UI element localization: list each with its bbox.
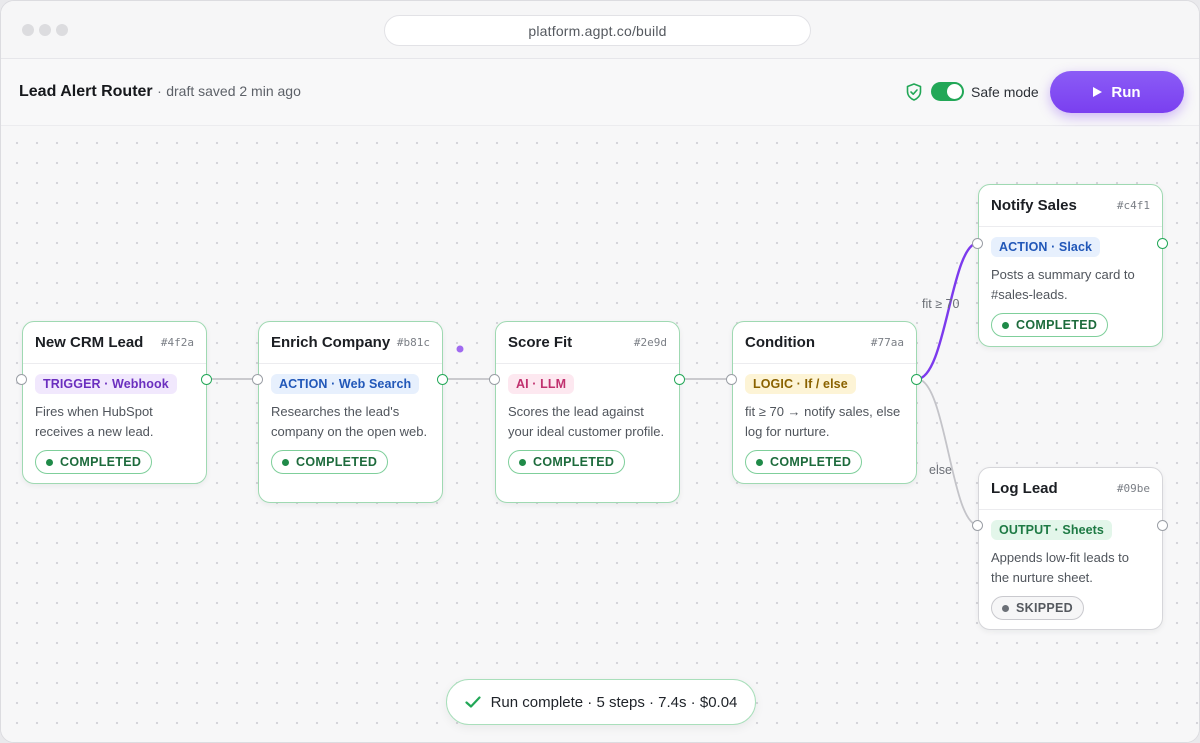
node-description: Fires when HubSpot receives a new lead. <box>35 404 154 439</box>
node-header: Condition #77aa <box>733 322 916 364</box>
status-text: COMPLETED <box>296 455 378 469</box>
node-description: Posts a summary card to #sales-leads. <box>991 267 1135 302</box>
status-badge: COMPLETED <box>508 450 626 474</box>
status-text: COMPLETED <box>533 455 615 469</box>
edge-label-false: else <box>929 463 952 477</box>
safe-mode-label: Safe mode <box>971 84 1039 100</box>
node-log-lead-output-port[interactable] <box>1157 520 1168 531</box>
run-button-label: Run <box>1111 83 1141 101</box>
save-status: draft saved 2 min ago <box>166 83 301 99</box>
node-log-lead[interactable]: Log Lead #09be OUTPUT · Sheets Appends l… <box>978 467 1163 630</box>
status-text: COMPLETED <box>60 455 142 469</box>
node-description: Scores the lead against your ideal custo… <box>508 404 665 439</box>
toast-text: Run complete · 5 steps · 7.4s · $0.04 <box>490 693 738 711</box>
node-title: Condition <box>745 334 815 351</box>
address-bar-url: platform.agpt.co/build <box>528 22 667 39</box>
checkmark-icon <box>464 696 481 708</box>
node-id: #c4f1 <box>1116 199 1150 212</box>
node-id: #b81c <box>396 336 430 349</box>
shield-check-icon <box>906 83 922 101</box>
status-dot-icon <box>282 458 289 466</box>
status-dot-icon <box>46 458 53 466</box>
page-title: Lead Alert Router · draft saved 2 min ag… <box>19 83 301 101</box>
node-description: Appends low-fit leads to the nurture she… <box>991 550 1130 585</box>
node-enrich-company-input-port[interactable] <box>252 374 263 385</box>
node-header: New CRM Lead #4f2a <box>23 322 206 364</box>
node-condition[interactable]: Condition #77aa LOGIC · If / else fit ≥ … <box>732 321 917 484</box>
builder-header: Lead Alert Router · draft saved 2 min ag… <box>1 59 1199 126</box>
safe-mode-toggle[interactable] <box>931 82 964 101</box>
browser-chrome: platform.agpt.co/build <box>1 1 1199 59</box>
node-log-lead-input-port[interactable] <box>972 520 983 531</box>
node-title: Enrich Company <box>271 334 391 351</box>
title-separator: · <box>157 83 162 99</box>
node-title: New CRM Lead <box>35 334 144 351</box>
node-header: Enrich Company #b81c <box>259 322 442 364</box>
node-new-crm-lead-input-port[interactable] <box>16 374 27 385</box>
node-description: Researches the lead's company on the ope… <box>271 404 428 439</box>
node-header: Score Fit #2e9d <box>496 322 679 364</box>
node-id: #2e9d <box>633 336 667 349</box>
node-new-crm-lead-output-port[interactable] <box>201 374 212 385</box>
status-text: COMPLETED <box>770 455 852 469</box>
node-score-fit[interactable]: Score Fit #2e9d AI · LLM Scores the lead… <box>495 321 680 503</box>
node-type-tag: OUTPUT · Sheets <box>991 520 1112 540</box>
run-button[interactable]: Run <box>1050 71 1184 113</box>
node-id: #77aa <box>870 336 904 349</box>
status-dot-icon <box>519 458 526 466</box>
status-badge: SKIPPED <box>991 596 1084 620</box>
status-badge: COMPLETED <box>271 450 389 474</box>
node-description: fit ≥ 70 → notify sales, else log for nu… <box>745 404 901 439</box>
node-type-tag: AI · LLM <box>508 374 575 394</box>
node-notify-sales-input-port[interactable] <box>972 238 983 249</box>
node-title: Notify Sales <box>991 197 1077 214</box>
browser-window: platform.agpt.co/build Lead Alert Router… <box>0 0 1200 743</box>
node-type-tag: ACTION · Slack <box>991 237 1101 257</box>
node-score-fit-output-port[interactable] <box>674 374 685 385</box>
status-dot-icon <box>1002 321 1009 329</box>
node-enrich-company-output-port[interactable] <box>437 374 448 385</box>
toggle-knob <box>947 84 962 99</box>
node-notify-sales[interactable]: Notify Sales #c4f1 ACTION · Slack Posts … <box>978 184 1163 347</box>
node-new-crm-lead[interactable]: New CRM Lead #4f2a TRIGGER · Webhook Fir… <box>22 321 207 484</box>
node-header: Notify Sales #c4f1 <box>979 185 1162 227</box>
node-notify-sales-output-port[interactable] <box>1157 238 1168 249</box>
run-complete-toast: Run complete · 5 steps · 7.4s · $0.04 <box>446 679 756 725</box>
node-score-fit-input-port[interactable] <box>489 374 500 385</box>
node-header: Log Lead #09be <box>979 468 1162 510</box>
status-badge: COMPLETED <box>35 450 153 474</box>
node-id: #09be <box>1116 482 1150 495</box>
window-close-dot[interactable] <box>22 24 34 36</box>
status-text: COMPLETED <box>1016 318 1098 332</box>
agent-name[interactable]: Lead Alert Router <box>19 83 153 100</box>
node-title: Log Lead <box>991 480 1058 497</box>
node-condition-input-port[interactable] <box>726 374 737 385</box>
node-type-tag: LOGIC · If / else <box>745 374 856 394</box>
status-text: SKIPPED <box>1016 601 1073 615</box>
window-zoom-dot[interactable] <box>56 24 68 36</box>
status-dot-icon <box>1002 604 1009 612</box>
node-condition-output-port[interactable] <box>911 374 922 385</box>
play-icon <box>1093 87 1103 97</box>
address-bar[interactable]: platform.agpt.co/build <box>384 15 811 46</box>
node-type-tag: ACTION · Web Search <box>271 374 420 394</box>
node-id: #4f2a <box>160 336 194 349</box>
status-badge: COMPLETED <box>745 450 863 474</box>
edge-label-true: fit ≥ 70 <box>922 297 960 311</box>
window-minimize-dot[interactable] <box>39 24 51 36</box>
status-badge: COMPLETED <box>991 313 1109 337</box>
node-title: Score Fit <box>508 334 573 351</box>
node-type-tag: TRIGGER · Webhook <box>35 374 177 394</box>
node-enrich-company[interactable]: Enrich Company #b81c ACTION · Web Search… <box>258 321 443 503</box>
status-dot-icon <box>756 458 763 466</box>
